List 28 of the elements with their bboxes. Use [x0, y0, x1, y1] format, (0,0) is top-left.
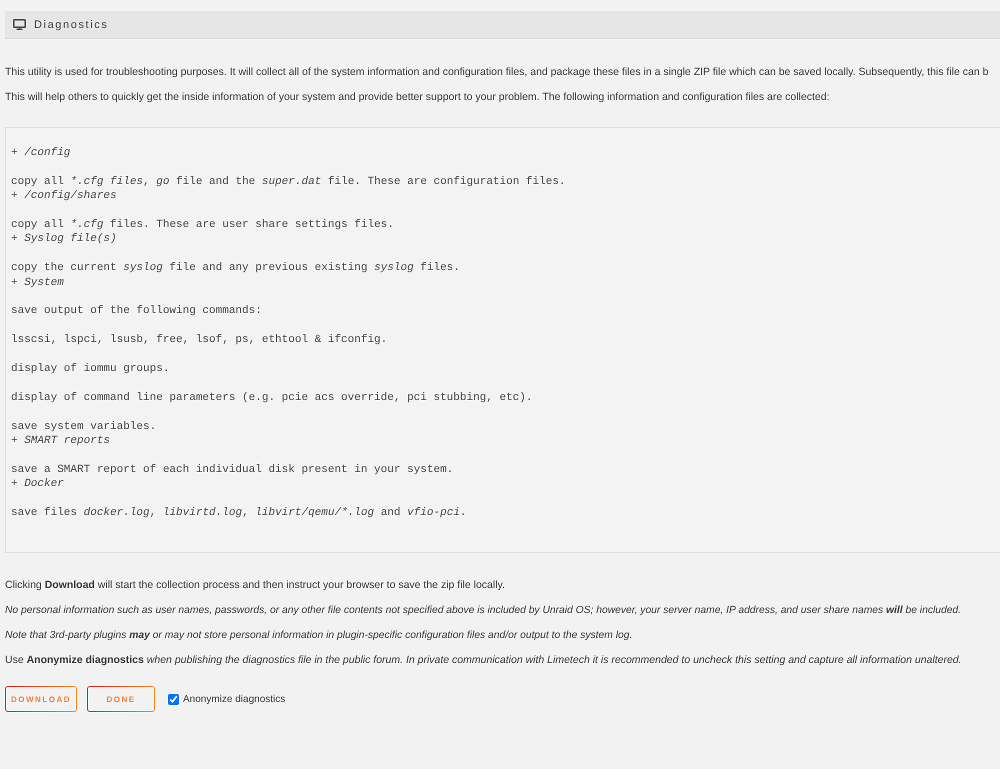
file-group-heading: + Docker — [11, 477, 64, 492]
file-group-description: display of command line parameters (e.g. pcie acs override, pci stubbing, etc). — [11, 390, 532, 406]
intro-text: This utility is used for troubleshooting purposes. It will collect all of the system information and configuration files, and package these files in a single ZIP file which can be saved locally. Subsequently, this file can b — [5, 66, 988, 79]
download-button[interactable]: DOWNLOAD — [5, 686, 77, 712]
file-group-description: save system variables. — [11, 420, 156, 434]
monitor-icon — [13, 19, 26, 30]
file-group-description: copy all *.cfg files, go file and the super.dat file. These are configuration files. — [11, 174, 566, 190]
anonymize-checkbox[interactable] — [168, 694, 179, 705]
note-text: Use Anonymize diagnostics when publishing the diagnostics file in the public forum. In private communication with Limetech it is recommended to uncheck this setting and capture all information unaltered. — [5, 654, 962, 668]
file-group-heading: + /config — [11, 146, 70, 160]
file-group-heading: + System — [11, 276, 64, 290]
file-group-description: save a SMART report of each individual disk present in your system. — [11, 462, 454, 478]
file-group-heading: + SMART reports — [11, 434, 110, 448]
file-group-description: display of iommu groups. — [11, 362, 170, 376]
note-text: No personal information such as user names, passwords, or any other file contents not specified above is included by Unraid OS; however, your server name, IP address, and user share names will be included. — [5, 604, 962, 618]
checkbox-label[interactable]: Anonymize diagnostics — [183, 694, 286, 705]
done-button[interactable]: DONE — [87, 686, 155, 712]
file-group-description: copy all *.cfg files. These are user share settings files. — [11, 218, 394, 232]
intro-text: This will help others to quickly get the inside information of your system and provide better support to your problem. The following information and configuration files are collected: — [5, 91, 830, 104]
note-text: Note that 3rd-party plugins may or may not store personal information in plugin-specific configuration files and/or output to the system log. — [5, 629, 632, 642]
file-group-description: copy the current syslog file and any previous existing syslog files. — [11, 261, 460, 276]
note-text: Clicking Download will start the collection process and then instruct your browser to save the zip file locally. — [5, 579, 505, 592]
file-group-description: save files docker.log, libvirtd.log, libvirt/qemu/*.log and vfio-pci. — [11, 506, 467, 520]
file-group-heading: + Syslog file(s) — [11, 232, 117, 247]
file-group-description: lsscsi, lspci, lsusb, free, lsof, ps, ethtool & ifconfig. — [11, 333, 388, 348]
file-group-description: save output of the following commands: — [11, 304, 262, 319]
file-group-heading: + /config/shares — [11, 189, 117, 204]
section-title: Diagnostics — [34, 18, 108, 30]
